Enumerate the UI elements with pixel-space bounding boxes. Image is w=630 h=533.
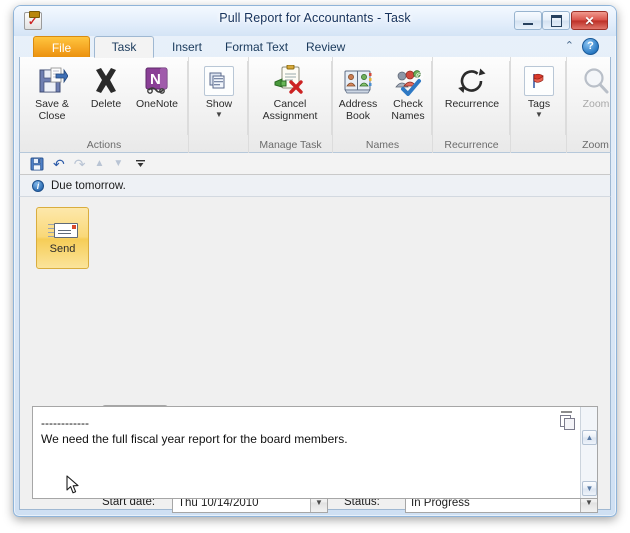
send-label: Send	[49, 243, 76, 255]
tab-task-label: Task	[111, 40, 137, 54]
ribbon-group-manage-task-label: Manage Task	[259, 139, 322, 151]
tab-file-label: File	[51, 40, 72, 55]
ribbon-group-zoom: Zoom Zoom	[566, 57, 616, 153]
check-names-icon: @	[393, 62, 424, 96]
previous-item-icon[interactable]: ▲	[94, 157, 104, 171]
ribbon-group-names: Address Book @ Check Names Names	[332, 57, 432, 153]
info-bar: i Due tomorrow.	[19, 175, 611, 197]
zoom-label: Zoom	[582, 98, 610, 110]
help-icon[interactable]: ?	[582, 37, 599, 55]
onenote-icon: N	[142, 62, 172, 96]
collapse-ribbon-icon[interactable]: ⌃	[565, 37, 574, 55]
scroll-down-icon[interactable]: ▼	[582, 481, 597, 496]
cancel-assignment-label: Cancel Assignment	[262, 98, 318, 122]
scroll-down-glyph: ▼	[585, 484, 594, 493]
ribbon-group-recurrence-label: Recurrence	[444, 139, 499, 151]
ribbon-group-tags: Tags ▼	[510, 57, 566, 153]
send-button[interactable]: Send	[36, 207, 89, 269]
task-body-editor[interactable]: ------------ We need the full fiscal yea…	[32, 406, 598, 499]
chevron-down-icon[interactable]: ▼	[535, 110, 543, 118]
save-and-close-icon	[37, 62, 68, 96]
chevron-down-icon[interactable]: ▼	[215, 110, 223, 118]
zoom-button[interactable]: Zoom	[568, 61, 616, 131]
ribbon-group-actions: Save & Close Delete N OneNote Actions	[20, 57, 188, 153]
task-body-text: ------------ We need the full fiscal yea…	[41, 416, 348, 446]
recurrence-label: Recurrence	[444, 98, 500, 110]
scroll-up-icon[interactable]: ▲	[582, 430, 597, 445]
info-bar-text: Due tomorrow.	[51, 179, 126, 192]
svg-text:N: N	[150, 71, 161, 88]
close-icon: ✕	[584, 13, 595, 28]
maximize-button[interactable]	[542, 11, 570, 30]
check-names-label: Check Names	[391, 98, 425, 122]
save-icon[interactable]	[30, 157, 44, 171]
follow-up-flag-icon	[524, 62, 554, 96]
ribbon-group-actions-label: Actions	[86, 139, 122, 151]
maximize-icon	[543, 12, 569, 29]
minimize-icon	[515, 12, 541, 29]
tab-review-label: Review	[306, 40, 346, 54]
tab-insert-label: Insert	[172, 40, 203, 54]
cancel-assignment-icon	[274, 62, 306, 96]
onenote-button[interactable]: N OneNote	[126, 61, 188, 131]
ribbon-group-show: Show ▼	[188, 57, 248, 153]
recurrence-icon	[457, 62, 487, 96]
show-button[interactable]: Show ▼	[191, 61, 247, 131]
tab-task[interactable]: Task	[94, 36, 154, 58]
task-window: Pull Report for Accountants - Task ✕ Fil…	[13, 5, 617, 517]
ribbon-group-recurrence: Recurrence Recurrence	[432, 57, 510, 153]
ribbon: Save & Close Delete N OneNote Actions Sh…	[19, 57, 611, 153]
show-windows-icon	[204, 62, 234, 96]
send-envelope-icon	[47, 221, 78, 240]
paste-options-icon[interactable]	[558, 409, 575, 431]
tags-button[interactable]: Tags ▼	[511, 61, 567, 131]
onenote-label: OneNote	[135, 98, 179, 110]
check-names-button[interactable]: @ Check Names	[383, 61, 433, 131]
tags-label: Tags	[527, 98, 551, 110]
magnifier-icon	[581, 62, 611, 96]
tab-format-text-label: Format Text	[225, 40, 289, 54]
ribbon-help-area: ⌃ ?	[565, 37, 599, 55]
quick-access-toolbar: ↶ ↷ ▲ ▼	[19, 153, 611, 175]
address-book-button[interactable]: Address Book	[333, 61, 383, 131]
minimize-button[interactable]	[514, 11, 542, 30]
save-and-close-label: Save & Close	[35, 98, 69, 122]
ribbon-group-zoom-label: Zoom	[582, 139, 609, 151]
delete-x-icon	[91, 62, 121, 96]
cancel-assignment-button[interactable]: Cancel Assignment	[262, 61, 318, 131]
ribbon-group-manage-task: Cancel Assignment Manage Task	[248, 57, 332, 153]
recurrence-button[interactable]: Recurrence	[444, 61, 500, 131]
undo-icon[interactable]: ↶	[53, 157, 65, 171]
tab-insert[interactable]: Insert	[162, 36, 212, 58]
ribbon-tabstrip: File Task Insert Format Text Review ⌃ ?	[19, 36, 611, 58]
tab-format-text[interactable]: Format Text	[215, 36, 298, 58]
scroll-up-glyph: ▲	[585, 433, 594, 442]
body-vertical-scrollbar[interactable]: ▲ ▼	[580, 407, 597, 498]
ribbon-group-names-label: Names	[365, 139, 400, 151]
help-label: ?	[587, 40, 594, 52]
redo-icon[interactable]: ↷	[74, 157, 86, 171]
address-book-icon	[343, 62, 373, 96]
close-button[interactable]: ✕	[571, 11, 608, 30]
next-item-icon[interactable]: ▼	[113, 157, 123, 171]
title-bar: Pull Report for Accountants - Task ✕	[14, 6, 616, 36]
show-label: Show	[205, 98, 233, 110]
info-icon: i	[32, 179, 44, 192]
customize-qat-icon[interactable]	[135, 158, 146, 169]
tab-file[interactable]: File	[33, 36, 90, 58]
tab-review[interactable]: Review	[296, 36, 355, 58]
save-and-close-button[interactable]: Save & Close	[24, 61, 80, 131]
task-form: Send From ▼ To... user@email.com Subject…	[19, 197, 611, 513]
